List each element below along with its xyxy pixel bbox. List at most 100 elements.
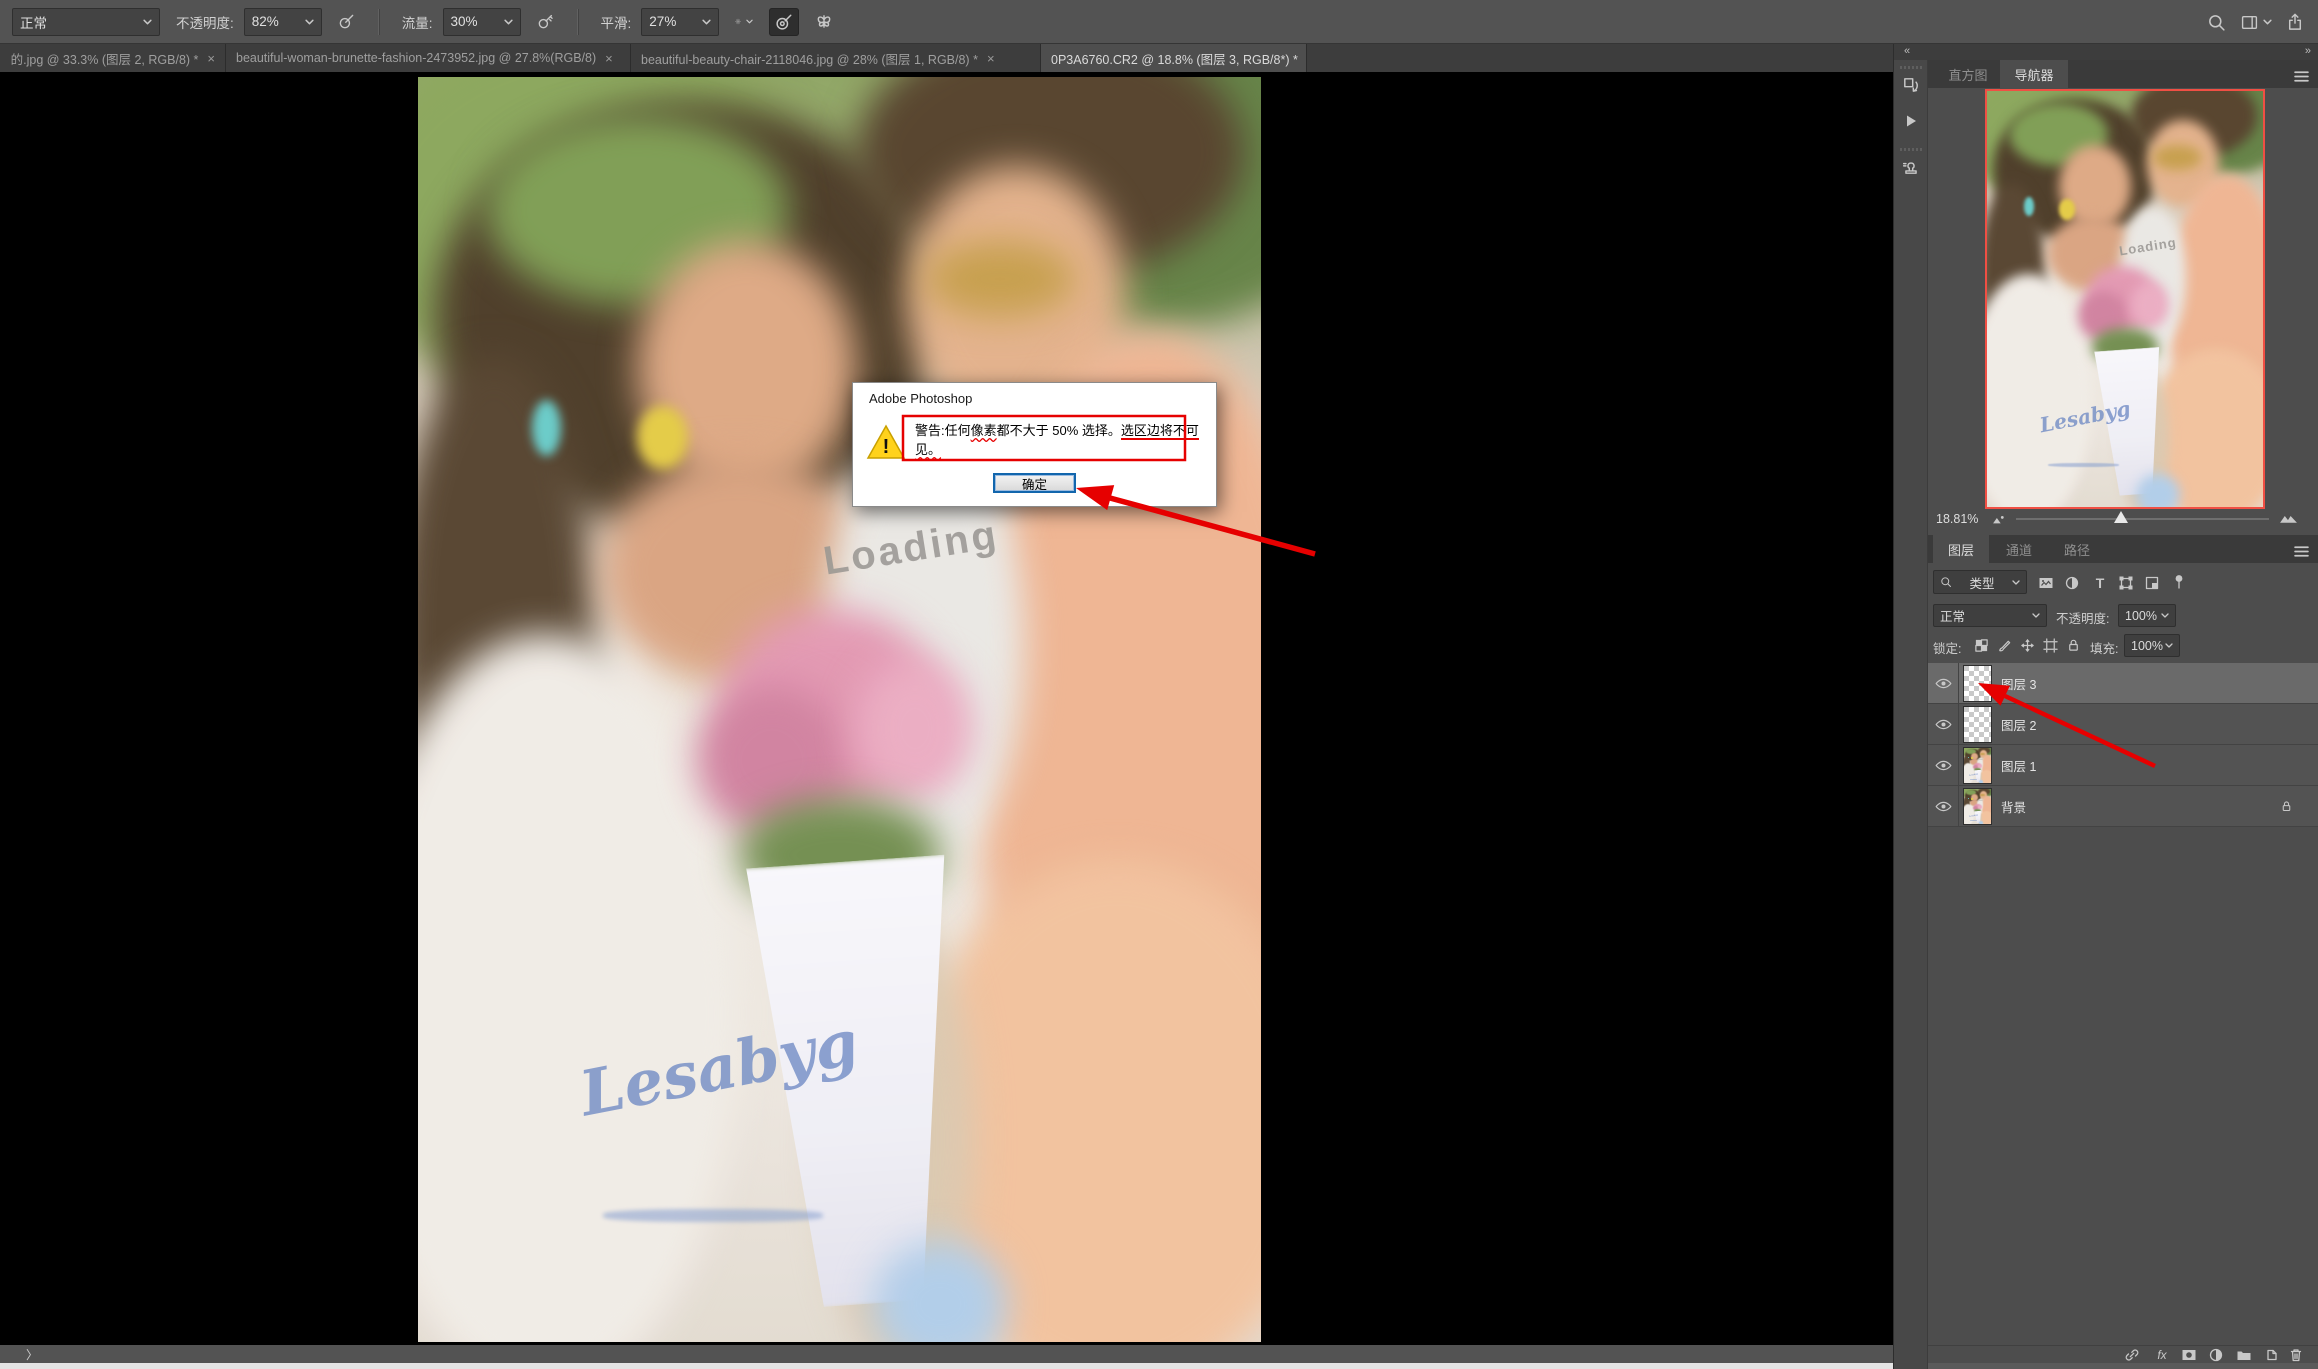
filter-adjustment-layers-icon[interactable] bbox=[2064, 575, 2080, 591]
layer-name[interactable]: 背景 bbox=[2001, 786, 2026, 826]
layer-filter-type-select[interactable]: 类型 bbox=[1933, 570, 2027, 594]
navigator-zoom-value[interactable]: 18.81% bbox=[1936, 512, 1978, 526]
close-icon[interactable]: × bbox=[987, 51, 995, 66]
search-icon[interactable] bbox=[2207, 13, 2226, 32]
smoothing-options-gear-button[interactable] bbox=[729, 8, 759, 36]
layer-name[interactable]: 图层 1 bbox=[2001, 745, 2036, 785]
navigator-preview[interactable]: Loading Lesabyg bbox=[1985, 89, 2265, 509]
size-pressure-button-active[interactable] bbox=[769, 8, 799, 36]
document-tab-title: beautiful-beauty-chair-2118046.jpg @ 28%… bbox=[641, 49, 978, 68]
layer-fill-select[interactable]: 100% bbox=[2124, 634, 2180, 657]
layer-row-3[interactable]: 图层 3 bbox=[1928, 663, 2318, 704]
butterfly-symmetry-icon bbox=[815, 12, 833, 31]
actions-panel-button[interactable] bbox=[1898, 108, 1924, 134]
filter-toggle-pin-icon[interactable] bbox=[2171, 573, 2187, 591]
document-tab-1[interactable]: 的.jpg @ 33.3% (图层 2, RGB/8) * × bbox=[0, 44, 226, 72]
layer-name[interactable]: 图层 2 bbox=[2001, 704, 2036, 744]
layer-visibility-toggle[interactable] bbox=[1928, 663, 1959, 703]
lock-position-move-icon[interactable] bbox=[2020, 638, 2035, 653]
selection-corner bbox=[1986, 696, 1992, 702]
warning-triangle-icon: ! bbox=[866, 423, 906, 461]
smoothing-select[interactable]: 27% bbox=[641, 8, 719, 36]
layer-opacity-select[interactable]: 100% bbox=[2118, 604, 2176, 627]
document-canvas[interactable]: Loading Lesabyg bbox=[0, 72, 1893, 1345]
flow-label: 流量: bbox=[402, 12, 433, 32]
collapse-panels-icon[interactable]: » bbox=[2305, 45, 2311, 57]
selection-corner bbox=[1963, 696, 1969, 702]
layer-thumbnail-image[interactable]: Loading Lesabyg bbox=[1963, 747, 1992, 784]
panel-menu-icon[interactable] bbox=[2294, 69, 2309, 87]
paint-symmetry-button[interactable] bbox=[809, 8, 839, 36]
navigator-photo-thumbnail: Loading Lesabyg bbox=[1987, 91, 2263, 507]
photo-wash-overlay bbox=[1964, 748, 1991, 783]
link-layers-icon[interactable] bbox=[2124, 1347, 2140, 1363]
ok-button[interactable]: 确定 bbox=[993, 473, 1076, 493]
layer-blend-mode-select[interactable]: 正常 bbox=[1933, 604, 2047, 627]
panel-grip[interactable] bbox=[1900, 148, 1922, 151]
layer-visibility-toggle[interactable] bbox=[1928, 704, 1959, 744]
document-tab-4-active[interactable]: 0P3A6760.CR2 @ 18.8% (图层 3, RGB/8*) * × bbox=[1041, 44, 1307, 72]
tab-navigator[interactable]: 导航器 bbox=[2000, 60, 2068, 88]
brush-blend-mode-select[interactable]: 正常 bbox=[12, 8, 160, 36]
filter-smart-object-icon[interactable] bbox=[2144, 575, 2160, 591]
opacity-pressure-button[interactable] bbox=[332, 8, 362, 36]
workspace-switcher[interactable] bbox=[2240, 14, 2272, 31]
layer-photo-thumbnail: Loading Lesabyg bbox=[1964, 789, 1991, 824]
lock-artboard-icon[interactable] bbox=[2043, 638, 2058, 653]
panel-dock: « » 直方图 导航器 bbox=[1893, 44, 2318, 1369]
layer-row-1[interactable]: Loading Lesabyg 图层 1 bbox=[1928, 745, 2318, 786]
lock-paint-brush-icon[interactable] bbox=[1997, 638, 2012, 653]
tab-channels[interactable]: 通道 bbox=[1991, 535, 2047, 563]
filter-type-layers-icon[interactable]: T bbox=[2092, 575, 2108, 591]
layer-thumbnail-transparent[interactable] bbox=[1963, 706, 1992, 743]
close-icon[interactable]: × bbox=[605, 51, 613, 66]
document-tab-2[interactable]: beautiful-woman-brunette-fashion-2473952… bbox=[226, 44, 631, 72]
layer-row-2[interactable]: 图层 2 bbox=[1928, 704, 2318, 745]
layer-thumbnail-image[interactable]: Loading Lesabyg bbox=[1963, 788, 1992, 825]
layer-visibility-toggle[interactable] bbox=[1928, 786, 1959, 826]
layer-visibility-toggle[interactable] bbox=[1928, 745, 1959, 785]
chevron-down-icon bbox=[2032, 613, 2040, 618]
document-tab-bar: 的.jpg @ 33.3% (图层 2, RGB/8) * × beautifu… bbox=[0, 44, 1893, 72]
airbrush-button[interactable] bbox=[531, 8, 561, 36]
navigator-zoom-slider-thumb[interactable] bbox=[2114, 511, 2128, 523]
smoothing-value: 27% bbox=[649, 14, 676, 29]
panels-column: 直方图 导航器 Loading Lesabyg bbox=[1928, 60, 2318, 1369]
share-icon[interactable] bbox=[2286, 13, 2304, 31]
lock-transparency-icon[interactable] bbox=[1974, 638, 1989, 653]
photo-main: Loading Lesabyg bbox=[418, 77, 1261, 1342]
dock-bottom-edge bbox=[1928, 1363, 2318, 1369]
flow-select[interactable]: 30% bbox=[443, 8, 521, 36]
filter-shape-layers-icon[interactable] bbox=[2118, 575, 2134, 591]
lock-all-icon[interactable] bbox=[2066, 637, 2081, 653]
tab-paths[interactable]: 路径 bbox=[2049, 535, 2105, 563]
layer-name[interactable]: 图层 3 bbox=[2001, 663, 2036, 703]
document-tab-title: beautiful-woman-brunette-fashion-2473952… bbox=[236, 51, 596, 65]
tab-layers[interactable]: 图层 bbox=[1933, 535, 1989, 563]
document-tab-3[interactable]: beautiful-beauty-chair-2118046.jpg @ 28%… bbox=[631, 44, 1041, 72]
layer-row-background[interactable]: Loading Lesabyg 背景 bbox=[1928, 786, 2318, 827]
close-icon[interactable]: × bbox=[207, 51, 215, 66]
layer-thumbnail-transparent[interactable] bbox=[1963, 665, 1992, 702]
new-adjustment-layer-icon[interactable] bbox=[2208, 1347, 2224, 1363]
panel-menu-icon[interactable] bbox=[2294, 544, 2309, 562]
zoom-in-mountains-icon[interactable] bbox=[2279, 510, 2298, 524]
status-expand-chevron[interactable]: 〉 bbox=[26, 1346, 38, 1363]
expand-panels-icon[interactable]: « bbox=[1904, 45, 1910, 57]
new-group-folder-icon[interactable] bbox=[2236, 1347, 2252, 1363]
panel-grip[interactable] bbox=[1900, 66, 1922, 69]
filter-pixel-layers-icon[interactable] bbox=[2038, 575, 2054, 591]
tab-histogram[interactable]: 直方图 bbox=[1936, 60, 2000, 88]
layer-style-fx-icon[interactable]: fx bbox=[2154, 1347, 2170, 1363]
add-layer-mask-icon[interactable] bbox=[2181, 1347, 2197, 1363]
filter-type-label: 类型 bbox=[1969, 573, 1994, 592]
layers-blend-row: 正常 不透明度: 100% bbox=[1928, 602, 2318, 630]
zoom-out-mountain-icon[interactable] bbox=[1992, 513, 2005, 524]
navigator-zoom-slider-track[interactable] bbox=[2016, 518, 2269, 520]
opacity-select[interactable]: 82% bbox=[244, 8, 322, 36]
layer-opacity-value: 100% bbox=[2125, 609, 2157, 623]
new-layer-icon[interactable] bbox=[2263, 1347, 2279, 1363]
clone-source-panel-button[interactable] bbox=[1898, 154, 1924, 180]
history-panel-button[interactable] bbox=[1898, 72, 1924, 98]
delete-layer-trash-icon[interactable] bbox=[2288, 1347, 2304, 1363]
